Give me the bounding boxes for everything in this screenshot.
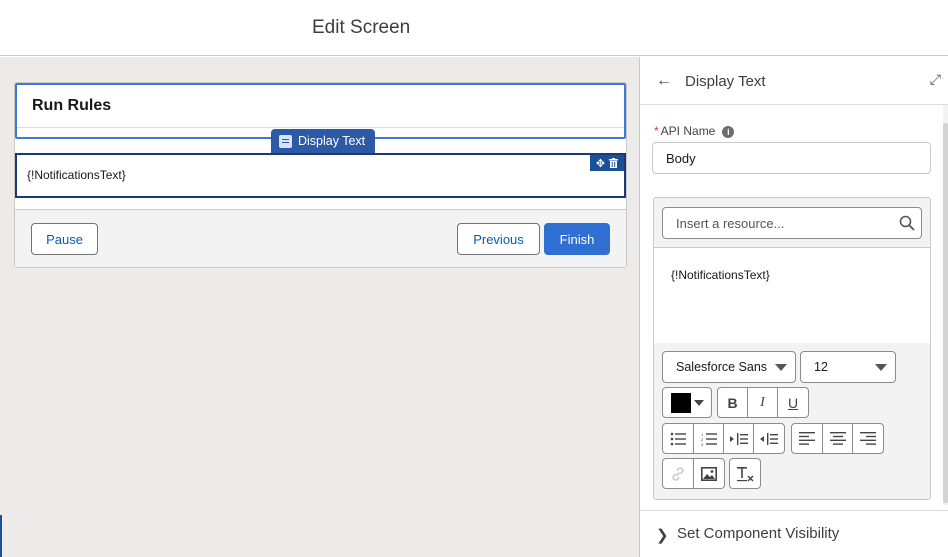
numbered-list-button[interactable]: 123	[693, 423, 724, 454]
api-name-field[interactable]	[652, 142, 931, 174]
outdent-button[interactable]	[753, 423, 785, 454]
screen-footer: Pause Previous Finish	[15, 209, 626, 267]
panel-header: ← Display Text ⤢	[640, 57, 948, 105]
screen-header-inner: Run Rules	[17, 85, 624, 128]
link-icon	[672, 466, 684, 481]
display-text-component[interactable]: {!NotificationsText} ✥	[15, 153, 626, 198]
text-color-button[interactable]	[662, 387, 712, 418]
panel-scrollbar[interactable]	[943, 105, 948, 505]
align-left-button[interactable]	[791, 423, 823, 454]
component-actions: ✥	[590, 155, 624, 171]
back-arrow-icon[interactable]: ←	[656, 72, 672, 90]
indent-icon	[729, 432, 748, 445]
search-icon[interactable]	[899, 215, 915, 231]
editor-content-text: {!NotificationsText}	[671, 268, 770, 282]
align-right-icon	[860, 432, 876, 445]
font-size-value: 12	[814, 360, 828, 374]
editor-toolbar: Salesforce Sans 12 B I U 123	[654, 343, 930, 499]
properties-panel: ← Display Text ⤢ *API Name i {!Notificati…	[639, 57, 948, 557]
previous-button[interactable]: Previous	[457, 223, 540, 255]
outdent-icon	[760, 432, 778, 445]
font-family-value: Salesforce Sans	[676, 360, 768, 374]
required-marker: *	[654, 124, 659, 138]
app-header: Edit Screen	[0, 0, 948, 56]
editor-content-area[interactable]: {!NotificationsText}	[654, 247, 930, 343]
expand-icon[interactable]: ⤢	[930, 71, 941, 88]
underline-icon: U	[787, 394, 799, 411]
clear-formatting-icon	[737, 466, 754, 481]
indent-button[interactable]	[723, 423, 754, 454]
bullet-list-icon	[670, 432, 686, 445]
underline-button[interactable]: U	[777, 387, 809, 418]
display-text-value: {!NotificationsText}	[27, 168, 126, 182]
screen-card: Run Rules Display Text {!NotificationsTe…	[14, 82, 627, 268]
resource-search[interactable]	[662, 207, 922, 239]
image-icon	[701, 466, 717, 481]
align-center-icon	[829, 432, 846, 445]
link-button[interactable]	[662, 458, 694, 489]
rich-text-editor: {!NotificationsText} Salesforce Sans 12 …	[653, 197, 931, 500]
finish-button[interactable]: Finish	[544, 223, 610, 255]
component-visibility-label: Set Component Visibility	[677, 525, 840, 542]
font-size-select[interactable]: 12	[800, 351, 896, 383]
display-text-tag[interactable]: Display Text	[271, 129, 376, 153]
info-icon[interactable]: i	[722, 126, 735, 138]
image-button[interactable]	[693, 458, 725, 489]
screen-header-title: Run Rules	[32, 97, 112, 114]
svg-text:3: 3	[701, 442, 704, 446]
api-name-label: * API Name i	[654, 124, 735, 138]
display-text-icon	[279, 134, 292, 148]
panel-title: Display Text	[685, 73, 766, 90]
italic-icon: I	[760, 394, 765, 410]
chevron-down-icon	[775, 364, 787, 371]
trash-icon[interactable]	[609, 158, 619, 168]
align-right-button[interactable]	[852, 423, 884, 454]
display-text-tag-label: Display Text	[298, 134, 366, 148]
screen-canvas: Run Rules Display Text {!NotificationsTe…	[0, 57, 639, 557]
api-name-label-text: API Name	[660, 124, 716, 138]
color-swatch	[670, 392, 691, 413]
bullet-list-button[interactable]	[662, 423, 694, 454]
left-edge-marker	[0, 515, 2, 557]
numbered-list-icon: 123	[701, 432, 717, 446]
chevron-down-icon	[875, 364, 887, 371]
align-left-icon	[799, 432, 815, 445]
font-family-select[interactable]: Salesforce Sans	[662, 351, 796, 383]
page-title: Edit Screen	[312, 17, 411, 38]
pause-button[interactable]: Pause	[31, 223, 98, 255]
clear-formatting-button[interactable]	[729, 458, 761, 489]
move-icon[interactable]: ✥	[596, 157, 605, 170]
component-visibility-section[interactable]: ❯ Set Component Visibility	[640, 510, 948, 557]
chevron-right-icon: ❯	[656, 527, 669, 544]
chevron-down-icon	[693, 399, 704, 406]
italic-button[interactable]: I	[747, 387, 778, 418]
bold-icon: B	[727, 394, 738, 411]
align-center-button[interactable]	[822, 423, 853, 454]
bold-button[interactable]: B	[717, 387, 748, 418]
resource-search-input[interactable]	[663, 208, 893, 238]
